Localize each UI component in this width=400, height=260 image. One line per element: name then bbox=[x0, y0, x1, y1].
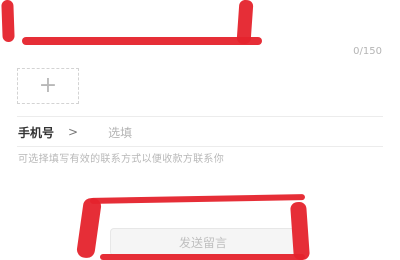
red-annotation-mark bbox=[89, 194, 306, 204]
red-annotation-mark bbox=[100, 254, 305, 260]
phone-row[interactable]: 手机号 > 选填 bbox=[18, 120, 380, 144]
divider bbox=[17, 116, 383, 117]
plus-icon: + bbox=[38, 73, 58, 98]
contact-hint-text: 可选择填写有效的联系方式以便收款方联系你 bbox=[18, 154, 224, 165]
red-annotation-mark bbox=[289, 201, 311, 260]
divider bbox=[17, 146, 383, 147]
send-message-label: 发送留言 bbox=[178, 235, 227, 250]
message-char-counter: 0/150 bbox=[353, 46, 382, 57]
chevron-right-icon[interactable]: > bbox=[68, 125, 78, 139]
red-annotation-mark bbox=[1, 0, 15, 43]
add-image-button[interactable]: + bbox=[17, 68, 79, 104]
phone-label: 手机号 bbox=[18, 125, 55, 140]
red-annotation-mark bbox=[75, 197, 103, 259]
send-message-button[interactable]: 发送留言 bbox=[110, 228, 296, 256]
leave-message-page: 0/150 + 手机号 > 选填 可选择填写有效的联系方式以便收款方联系你 发送… bbox=[0, 0, 400, 260]
phone-input[interactable]: 选填 bbox=[108, 124, 132, 141]
red-annotation-mark bbox=[22, 37, 262, 45]
